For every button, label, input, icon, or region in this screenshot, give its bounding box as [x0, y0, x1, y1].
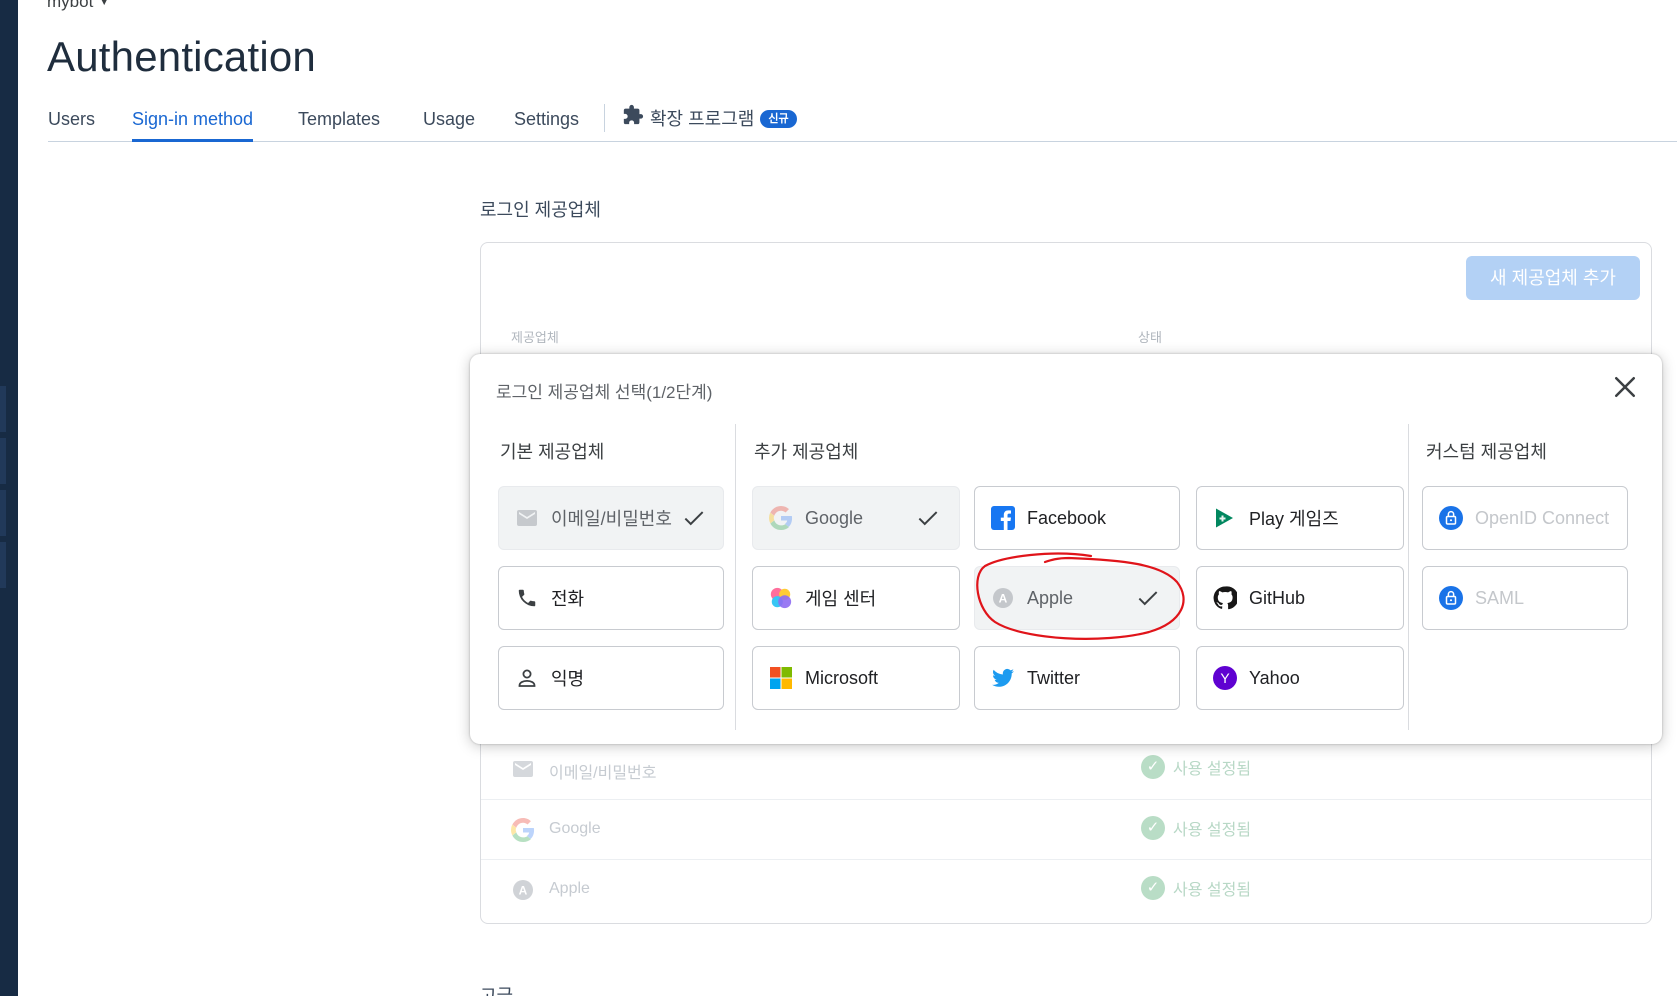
lock-icon	[1439, 586, 1463, 610]
tab-templates[interactable]: Templates	[298, 104, 380, 142]
provider-option-label: SAML	[1475, 587, 1525, 608]
provider-option-phone[interactable]: 전화	[498, 566, 724, 630]
chevron-down-icon: ▼	[99, 0, 110, 8]
status-badge: ✓ 사용 설정됨	[1141, 816, 1251, 840]
puzzle-icon	[622, 104, 644, 135]
checkmark-icon	[681, 505, 707, 531]
provider-option-label: 전화	[551, 589, 585, 609]
nav-segment[interactable]	[0, 386, 6, 432]
provider-option-label: 이메일/비밀번호	[551, 509, 672, 529]
select-provider-dialog: 로그인 제공업체 선택(1/2단계) 기본 제공업체 이메일/비밀번호 전화 익…	[470, 354, 1662, 744]
provider-option-label: Microsoft	[805, 667, 879, 688]
provider-option-label: Apple	[1027, 587, 1074, 608]
tab-extensions-label: 확장 프로그램	[650, 109, 755, 129]
facebook-icon	[991, 506, 1015, 530]
provider-option-saml[interactable]: SAML	[1422, 566, 1628, 630]
status-text: 사용 설정됨	[1173, 822, 1252, 839]
google-icon	[769, 506, 793, 530]
tab-sign-in-method[interactable]: Sign-in method	[132, 104, 254, 142]
play-games-icon	[1213, 506, 1237, 530]
apple-icon: A	[991, 586, 1015, 610]
mail-icon	[515, 506, 539, 530]
check-circle-icon: ✓	[1141, 816, 1165, 840]
svg-text:A: A	[519, 884, 528, 898]
check-circle-icon: ✓	[1141, 755, 1165, 779]
tab-usage[interactable]: Usage	[423, 104, 475, 142]
provider-option-label: Twitter	[1027, 667, 1081, 688]
table-row[interactable]: 이메일/비밀번호 ✓ 사용 설정됨	[481, 739, 1651, 799]
nav-segment[interactable]	[0, 490, 6, 536]
add-provider-button[interactable]: 새 제공업체 추가	[1466, 256, 1640, 300]
check-circle-icon: ✓	[1141, 876, 1165, 900]
page-title: Authentication	[47, 33, 316, 80]
apple-icon: A	[511, 878, 535, 902]
column-divider	[735, 424, 736, 730]
provider-option-microsoft[interactable]: Microsoft	[752, 646, 960, 710]
new-badge: 신규	[760, 110, 797, 128]
phone-icon	[515, 586, 539, 610]
provider-option-google[interactable]: Google	[752, 486, 960, 550]
status-text: 사용 설정됨	[1173, 882, 1252, 899]
provider-option-email[interactable]: 이메일/비밀번호	[498, 486, 724, 550]
lock-icon	[1439, 506, 1463, 530]
column-header-status: 상태	[1138, 330, 1162, 345]
game-center-icon	[769, 586, 793, 610]
microsoft-icon	[769, 666, 793, 690]
basic-providers-title: 기본 제공업체	[500, 442, 605, 462]
provider-option-game-center[interactable]: 게임 센터	[752, 566, 960, 630]
person-icon	[515, 666, 539, 690]
provider-name: Apple	[549, 880, 590, 897]
provider-name: 이메일/비밀번호	[549, 765, 657, 782]
provider-name: Google	[549, 820, 601, 837]
checkmark-icon	[915, 505, 941, 531]
provider-option-play-games[interactable]: Play 게임즈	[1196, 486, 1404, 550]
provider-option-label: GitHub	[1249, 587, 1306, 608]
project-selector[interactable]: mybot ▼	[47, 0, 109, 12]
checkmark-icon	[1135, 585, 1161, 611]
close-icon[interactable]	[1610, 372, 1640, 402]
table-row[interactable]: A Apple ✓ 사용 설정됨	[481, 859, 1651, 919]
svg-text:Y: Y	[1220, 670, 1230, 686]
tab-users[interactable]: Users	[48, 104, 95, 142]
provider-option-label: 익명	[551, 669, 585, 689]
provider-option-openid-connect[interactable]: OpenID Connect	[1422, 486, 1628, 550]
dialog-title: 로그인 제공업체 선택(1/2단계)	[496, 383, 713, 402]
provider-option-label: Yahoo	[1249, 667, 1300, 688]
provider-option-facebook[interactable]: Facebook	[974, 486, 1180, 550]
mail-icon	[511, 757, 535, 781]
yahoo-icon: Y	[1213, 666, 1237, 690]
provider-option-apple[interactable]: A Apple	[974, 566, 1180, 630]
column-divider	[1408, 424, 1409, 730]
tab-settings[interactable]: Settings	[514, 104, 579, 142]
svg-text:A: A	[999, 592, 1008, 606]
provider-option-label: Play 게임즈	[1249, 509, 1339, 529]
status-badge: ✓ 사용 설정됨	[1141, 755, 1251, 779]
provider-option-github[interactable]: GitHub	[1196, 566, 1404, 630]
google-icon	[510, 818, 535, 842]
provider-option-label: Facebook	[1027, 507, 1107, 528]
additional-providers-title: 추가 제공업체	[754, 442, 859, 462]
provider-option-yahoo[interactable]: Y Yahoo	[1196, 646, 1404, 710]
tab-bar: Users Sign-in method Templates Usage Set…	[48, 104, 1677, 142]
provider-option-anonymous[interactable]: 익명	[498, 646, 724, 710]
tab-divider	[604, 104, 605, 132]
tab-extensions[interactable]: 확장 프로그램 신규	[622, 104, 797, 134]
provider-option-twitter[interactable]: Twitter	[974, 646, 1180, 710]
section-title: 로그인 제공업체	[480, 200, 601, 220]
project-name: mybot	[47, 0, 94, 11]
left-nav-strip	[0, 0, 18, 996]
custom-providers-title: 커스텀 제공업체	[1426, 442, 1547, 462]
provider-option-label: 게임 센터	[805, 589, 877, 609]
provider-option-label: Google	[805, 507, 864, 528]
status-badge: ✓ 사용 설정됨	[1141, 876, 1251, 900]
provider-option-label: OpenID Connect	[1475, 507, 1610, 528]
table-row[interactable]: Google ✓ 사용 설정됨	[481, 799, 1651, 859]
status-text: 사용 설정됨	[1173, 761, 1252, 778]
nav-segment[interactable]	[0, 438, 6, 484]
github-icon	[1213, 586, 1237, 610]
advanced-section-title: 고급	[480, 986, 514, 996]
nav-segment[interactable]	[0, 542, 6, 588]
twitter-icon	[991, 666, 1015, 690]
column-header-provider: 제공업체	[511, 330, 559, 345]
